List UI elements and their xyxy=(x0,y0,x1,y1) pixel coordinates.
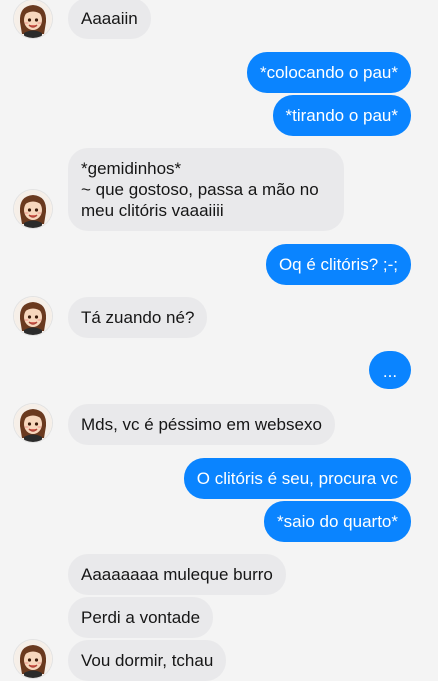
incoming-message[interactable]: *gemidinhos* ~ que gostoso, passa a mão … xyxy=(68,148,344,231)
anime-girl-avatar-icon xyxy=(14,190,52,228)
outgoing-message[interactable]: *saio do quarto* xyxy=(264,501,411,542)
anime-girl-avatar-icon xyxy=(14,297,52,335)
contact-avatar[interactable] xyxy=(14,640,52,678)
incoming-message[interactable]: Aaaaiin xyxy=(68,0,151,39)
outgoing-message[interactable]: Oq é clitóris? ;-; xyxy=(265,244,411,285)
outgoing-message[interactable]: *tirando o pau* xyxy=(272,95,411,136)
incoming-message[interactable]: Mds, vc é péssimo em websexo xyxy=(68,404,335,445)
incoming-message[interactable]: Tá zuando né? xyxy=(68,297,208,338)
incoming-message[interactable]: Aaaaaaaa muleque burro xyxy=(68,554,286,595)
chat-thread: Aaaaiin *colocando o pau* *tirando o pau… xyxy=(0,0,438,681)
contact-avatar[interactable] xyxy=(14,0,52,38)
contact-avatar[interactable] xyxy=(14,297,52,335)
outgoing-message[interactable]: O clitóris é seu, procura vc xyxy=(183,458,411,499)
anime-girl-avatar-icon xyxy=(14,0,52,38)
contact-avatar[interactable] xyxy=(14,404,52,442)
incoming-message[interactable]: Perdi a vontade xyxy=(68,597,214,638)
anime-girl-avatar-icon xyxy=(14,640,52,678)
outgoing-message[interactable]: ... xyxy=(369,351,411,389)
outgoing-message[interactable]: *colocando o pau* xyxy=(246,52,411,93)
incoming-message[interactable]: Vou dormir, tchau xyxy=(68,640,227,681)
anime-girl-avatar-icon xyxy=(14,404,52,442)
contact-avatar[interactable] xyxy=(14,190,52,228)
